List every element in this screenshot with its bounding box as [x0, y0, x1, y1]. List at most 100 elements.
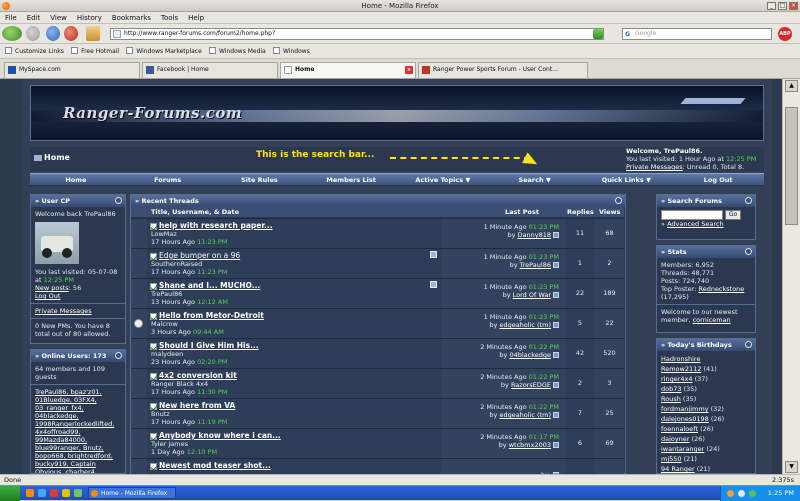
new-posts-link[interactable]: New posts: [35, 284, 69, 292]
thread-title-link[interactable]: Newest mod teaser shot...: [159, 461, 271, 470]
collapse-icon[interactable]: [115, 352, 122, 359]
minimize-button[interactable]: _: [767, 2, 776, 10]
go-to-last-post-icon[interactable]: [553, 412, 559, 418]
birthday-user-link[interactable]: Remow2112: [661, 365, 701, 373]
birthday-user-link[interactable]: fordmanjimmy: [661, 405, 709, 413]
address-bar[interactable]: http://www.ranger-forums.com/forum2/home…: [110, 28, 604, 40]
bookmark-windows-media[interactable]: Windows Media: [209, 46, 266, 57]
last-post-user-link[interactable]: wtcbmx2003: [509, 441, 551, 449]
nav-site-rules[interactable]: Site Rules: [214, 174, 306, 185]
go-to-last-post-icon[interactable]: [553, 292, 559, 298]
log-out-link[interactable]: Log Out: [35, 292, 60, 300]
home-button[interactable]: [86, 26, 100, 41]
nav-quick-links[interactable]: Quick Links ▼: [581, 174, 673, 185]
adblock-plus-button[interactable]: ABP: [778, 27, 792, 41]
menu-file[interactable]: File: [0, 12, 22, 24]
thread-title-link[interactable]: 4x2 conversion kit: [159, 371, 237, 380]
site-logo[interactable]: Ranger-Forums.com: [63, 104, 242, 122]
collapse-icon[interactable]: [745, 197, 752, 204]
firefox-quicklaunch-icon[interactable]: [26, 489, 34, 497]
stop-button[interactable]: [64, 26, 78, 41]
birthday-user-link[interactable]: mj550: [661, 455, 682, 463]
close-tab-icon[interactable]: ×: [405, 66, 413, 74]
last-post-user-link[interactable]: edgeaholic (tm): [499, 321, 551, 329]
scrollbar-thumb[interactable]: [785, 107, 798, 225]
scroll-up-arrow-icon[interactable]: ▲: [785, 80, 798, 92]
bookmark-customize-links[interactable]: Customize Links: [5, 46, 64, 57]
tray-icon[interactable]: [727, 490, 734, 497]
birthday-user-link[interactable]: foennaloeft: [661, 425, 698, 433]
forward-button[interactable]: [26, 26, 40, 41]
thread-title-link[interactable]: Anybody know where i can...: [159, 431, 281, 440]
online-user-list[interactable]: TrePaul86, bpaz'z01, 01Bluedge, 03FX4, 0…: [35, 388, 121, 473]
go-button[interactable]: [593, 29, 603, 39]
tray-icon[interactable]: [738, 490, 745, 497]
search-engine-input[interactable]: G Google: [622, 28, 772, 40]
birthday-user-link[interactable]: ringer4x4: [661, 375, 693, 383]
go-to-last-post-icon[interactable]: [553, 232, 559, 238]
birthday-user-link[interactable]: dob73: [661, 385, 682, 393]
nav-search[interactable]: Search ▼: [489, 174, 581, 185]
tray-icon[interactable]: [749, 490, 756, 497]
tab-facebook[interactable]: Facebook | Home: [142, 62, 278, 78]
bookmark-windows-marketplace[interactable]: Windows Marketplace: [126, 46, 202, 57]
advanced-search-link[interactable]: Advanced Search: [667, 220, 724, 228]
scroll-down-arrow-icon[interactable]: ▼: [785, 461, 798, 473]
last-post-user-link[interactable]: Danny818: [518, 231, 551, 239]
birthday-user-link[interactable]: 94 Ranger: [661, 465, 695, 473]
collapse-icon[interactable]: [745, 341, 752, 348]
back-button[interactable]: [2, 26, 22, 41]
go-to-last-post-icon[interactable]: [553, 262, 559, 268]
nav-active-topics[interactable]: Active Topics ▼: [397, 174, 489, 185]
last-post-user-link[interactable]: 04blackedge: [509, 351, 551, 359]
menu-history[interactable]: History: [72, 12, 107, 24]
collapse-icon[interactable]: [115, 197, 122, 204]
menu-tools[interactable]: Tools: [156, 12, 183, 24]
top-poster-link[interactable]: Redneckstone: [698, 285, 744, 293]
birthday-user-link[interactable]: Roush: [661, 395, 681, 403]
thread-title-link[interactable]: Edge bumper on a 96: [159, 251, 240, 260]
collapse-icon[interactable]: [745, 248, 752, 255]
last-post-user-link[interactable]: Lord Of War: [513, 291, 551, 299]
private-messages-heading[interactable]: Private Messages: [35, 307, 92, 315]
nav-log-out[interactable]: Log Out: [672, 174, 764, 185]
app-quicklaunch-icon[interactable]: [74, 489, 82, 497]
newest-member-link[interactable]: corniceman: [693, 316, 731, 324]
birthday-user-link[interactable]: dajoyner: [661, 435, 690, 443]
media-quicklaunch-icon[interactable]: [50, 489, 58, 497]
go-to-last-post-icon[interactable]: [553, 352, 559, 358]
birthday-user-link[interactable]: Hadronshire: [661, 355, 700, 363]
menu-help[interactable]: Help: [183, 12, 209, 24]
page-scrollbar[interactable]: ▲ ▼: [782, 79, 800, 474]
tab-myspace[interactable]: MySpace.com: [4, 62, 140, 78]
birthday-user-link[interactable]: dalejones0198: [661, 415, 709, 423]
start-button[interactable]: [0, 486, 20, 501]
collapse-icon[interactable]: [615, 197, 622, 204]
bookmark-free-hotmail[interactable]: Free Hotmail: [71, 46, 119, 57]
thread-title-link[interactable]: Shane and I... MUCHO...: [159, 281, 260, 290]
taskbar-firefox-item[interactable]: Home - Mozilla Firefox: [88, 487, 176, 499]
last-post-user-link[interactable]: edgeaholic (tm): [499, 411, 551, 419]
menu-bookmarks[interactable]: Bookmarks: [107, 12, 156, 24]
maximize-button[interactable]: □: [778, 2, 787, 10]
menu-edit[interactable]: Edit: [22, 12, 46, 24]
thread-title-link[interactable]: Hello from Metor-Detroit: [159, 311, 264, 320]
bookmark-windows[interactable]: Windows: [272, 46, 310, 57]
birthday-user-link[interactable]: iwantaranger: [661, 445, 704, 453]
menu-view[interactable]: View: [45, 12, 72, 24]
reload-button[interactable]: [46, 26, 60, 41]
nav-forums[interactable]: Forums: [122, 174, 214, 185]
thread-title-link[interactable]: help with research paper...: [159, 221, 273, 230]
close-window-button[interactable]: ×: [789, 2, 798, 10]
last-post-user-link[interactable]: TrePaul86: [520, 261, 551, 269]
go-to-last-post-icon[interactable]: [553, 382, 559, 388]
nav-members-list[interactable]: Members List: [305, 174, 397, 185]
tab-home[interactable]: Home ×: [280, 62, 416, 78]
avatar[interactable]: [35, 222, 79, 264]
ie-quicklaunch-icon[interactable]: [38, 489, 46, 497]
thread-title-link[interactable]: New here from VA: [159, 401, 235, 410]
thread-title-link[interactable]: Should I Give Him His...: [159, 341, 259, 350]
tab-ranger-power-sports[interactable]: Ranger Power Sports Forum - User Cont...: [418, 62, 588, 78]
last-post-user-link[interactable]: RazorsEDGE: [511, 381, 551, 389]
forum-search-input[interactable]: [661, 210, 723, 220]
